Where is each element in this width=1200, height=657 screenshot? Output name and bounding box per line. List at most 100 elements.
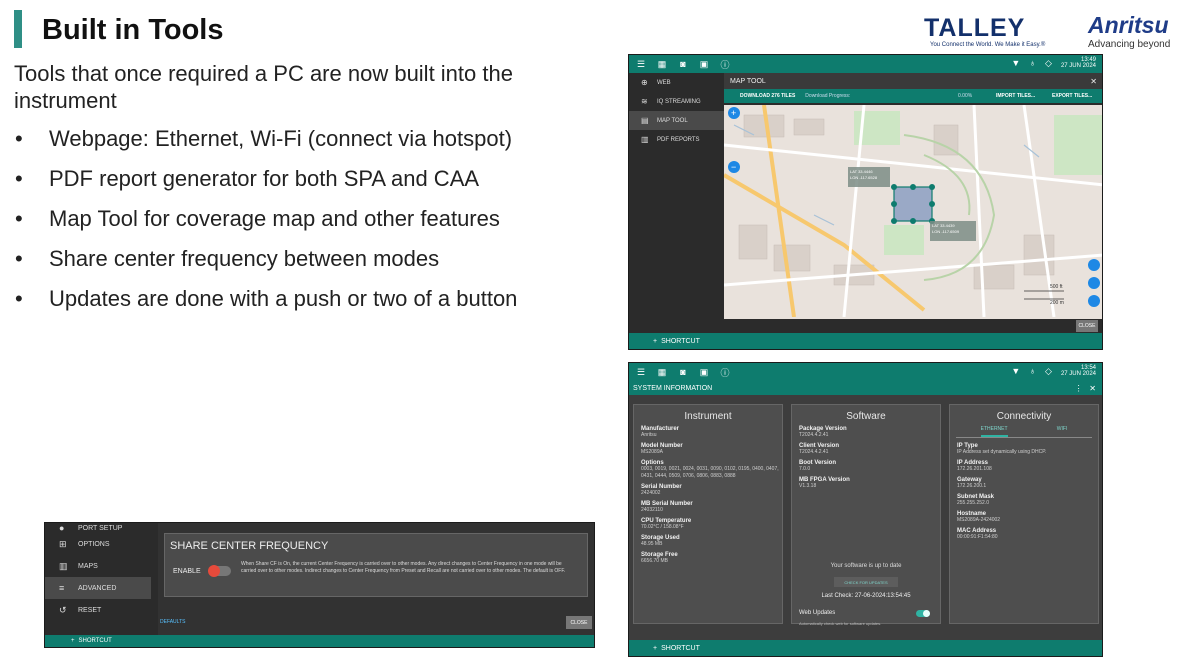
field-value: V1.3.18 <box>799 483 817 489</box>
info-field: Subnet Mask 255.255.252.0 <box>950 494 1098 507</box>
sidebar-item-iq-streaming[interactable]: ≋ IQ STREAMING <box>629 92 724 111</box>
anritsu-tagline: Advancing beyond <box>1088 39 1171 50</box>
field-value: MS2089A <box>641 449 663 455</box>
info-field: Package Version T2024.4.2.41 <box>792 426 940 439</box>
field-value: 255.255.252.0 <box>957 500 989 506</box>
close-icon[interactable]: ✕ <box>1090 77 1097 86</box>
field-value: IP Address set dynamically using DHCP. <box>957 449 1047 455</box>
clock: 13:54 27 JUN 2024 <box>1061 365 1096 377</box>
export-tiles-button[interactable]: EXPORT TILES... <box>1052 93 1092 99</box>
menu-icon[interactable]: ☰ <box>635 367 647 378</box>
map-canvas[interactable]: + − LAT 33.4446 LON -117.6528 LAT 33.443… <box>724 105 1102 319</box>
instrument-title: Instrument <box>684 411 732 422</box>
field-value: 172.26.200.1 <box>957 483 987 489</box>
coverage-zone[interactable] <box>893 186 933 222</box>
menu-icon[interactable]: ☰ <box>635 59 647 70</box>
map-tiles-toolbar: DOWNLOAD 276 TILES Download Progress: 0.… <box>724 89 1102 103</box>
svg-text:+: + <box>731 108 736 118</box>
bullet-item: Webpage: Ethernet, Wi-Fi (connect via ho… <box>14 126 614 152</box>
field-value: 70.02°C / 158.08°F <box>641 524 684 530</box>
info-field: Storage Free 6656.70 MB <box>634 552 782 565</box>
talley-tagline: You Connect the World. We Make it Easy.® <box>930 42 1046 48</box>
tab-ethernet[interactable]: ETHERNET <box>980 426 1008 437</box>
sidebar-item-pdf-reports[interactable]: ▥ PDF REPORTS <box>629 130 724 149</box>
info-icon[interactable]: ⓘ <box>719 366 731 379</box>
info-field: IP Address 172.26.201.108 <box>950 460 1098 473</box>
save-icon[interactable]: ▣ <box>698 59 710 70</box>
save-icon[interactable]: ▣ <box>698 367 710 378</box>
plus-icon[interactable]: + <box>71 638 75 644</box>
sidebar-item-label: MAPS <box>78 562 98 570</box>
field-value: 48.95 MB <box>641 541 663 547</box>
field-value: 00:00:91:F1:54:80 <box>957 534 998 540</box>
plus-icon[interactable]: + <box>653 338 657 345</box>
bullet-list: Webpage: Ethernet, Wi-Fi (connect via ho… <box>14 126 614 326</box>
info-field: Boot Version 7.0.0 <box>792 460 940 473</box>
sidebar-item-web[interactable]: ⊕ WEB <box>629 73 724 92</box>
field-value: 24032110 <box>641 507 663 513</box>
scale-feet: 500 ft <box>1050 284 1063 290</box>
map-tool-header: MAP TOOL ✕ <box>724 73 1102 89</box>
save-map-icon[interactable] <box>1088 295 1100 307</box>
sidebar-item-label: IQ STREAMING <box>657 98 701 105</box>
sidebar-item-label: OPTIONS <box>78 540 110 548</box>
clock: 13:49 27 JUN 2024 <box>1061 57 1096 69</box>
shortcut-button[interactable]: SHORTCUT <box>79 638 112 644</box>
stream-icon: ≋ <box>641 97 648 106</box>
logo-area: TALLEY You Connect the World. We Make it… <box>920 12 1190 52</box>
close-button[interactable]: CLOSE <box>1076 320 1098 332</box>
software-status: Your software is up to date <box>830 563 902 569</box>
plus-icon[interactable]: + <box>653 645 657 652</box>
sidebar-item-advanced[interactable]: ≡ ADVANCED <box>45 577 151 599</box>
connectivity-tabs: ETHERNET WIFI <box>956 426 1092 438</box>
camera-icon[interactable]: ◙ <box>677 59 689 69</box>
close-button[interactable]: CLOSE <box>566 616 592 629</box>
grid-icon[interactable]: ▦ <box>656 367 668 378</box>
camera-icon[interactable]: ◙ <box>677 367 689 377</box>
enable-toggle[interactable] <box>208 565 231 577</box>
sidebar-item-label: PORT SETUP <box>78 524 123 532</box>
import-tiles-button[interactable]: IMPORT TILES... <box>996 93 1035 99</box>
shortcut-button[interactable]: SHORTCUT <box>661 645 700 652</box>
globe-icon: ⊕ <box>641 78 648 87</box>
slide: Built in Tools Tools that once required … <box>0 0 1200 657</box>
download-tiles-button[interactable]: DOWNLOAD 276 TILES <box>724 93 795 99</box>
web-updates-toggle[interactable] <box>916 610 930 617</box>
check-updates-button[interactable]: CHECK FOR UPDATES <box>834 577 898 587</box>
sidebar-item-map-tool[interactable]: ▤ MAP TOOL <box>629 111 724 130</box>
defaults-button[interactable]: DEFAULTS <box>160 619 185 625</box>
web-updates-label: Web Updates <box>799 610 836 616</box>
location-icon[interactable] <box>1088 259 1100 271</box>
close-icon[interactable]: ⋮ ✕ <box>1075 384 1096 393</box>
bullet-item: Updates are done with a push or two of a… <box>14 286 614 312</box>
tune-icon: ≡ <box>59 583 65 593</box>
sidebar-item-maps[interactable]: ▥ MAPS <box>45 555 155 577</box>
info-icon[interactable]: ⓘ <box>719 58 731 71</box>
sidebar-item-port-setup[interactable]: ● PORT SETUP <box>45 523 155 533</box>
layers-icon[interactable] <box>1088 277 1100 289</box>
system-info-header: SYSTEM INFORMATION ⋮ ✕ <box>629 381 1102 395</box>
shortcut-button[interactable]: SHORTCUT <box>661 338 700 345</box>
share-cf-settings: SHARE CENTER FREQUENCY ENABLE When Share… <box>158 523 594 635</box>
port-icon: ● <box>59 523 65 533</box>
top-toolbar: ☰ ▦ ◙ ▣ ⓘ ▼ ♁ ◇ 13:49 27 JUN 2024 <box>629 55 1102 73</box>
system-info-title: SYSTEM INFORMATION <box>633 384 713 392</box>
info-field: Client Version T2024.4.2.41 <box>792 443 940 456</box>
sidebar-item-options[interactable]: ⊞ OPTIONS <box>45 533 155 555</box>
sidebar-item-reset[interactable]: ↺ RESET <box>45 599 155 621</box>
shortcut-bar: + SHORTCUT <box>629 333 1102 349</box>
map-tool-panel: MAP TOOL ✕ DOWNLOAD 276 TILES Download P… <box>724 73 1102 333</box>
info-field: IP Type IP Address set dynamically using … <box>950 443 1098 456</box>
sidebar-item-label: RESET <box>78 606 102 614</box>
bullet-item: Share center frequency between modes <box>14 246 614 272</box>
cart-icon: ⊞ <box>59 538 67 549</box>
bullet-item: PDF report generator for both SPA and CA… <box>14 166 614 192</box>
info-field: Storage Used 48.95 MB <box>634 535 782 548</box>
talley-logo: TALLEY <box>924 14 1026 42</box>
grid-icon[interactable]: ▦ <box>656 59 668 70</box>
connectivity-title: Connectivity <box>996 411 1052 422</box>
share-cf-screenshot: ● PORT SETUP ⊞ OPTIONS ▥ MAPS ≡ ADVANCED ↺ RE… <box>44 522 595 648</box>
tab-wifi[interactable]: WIFI <box>1057 426 1068 437</box>
gps-icon: ♁ <box>1029 58 1037 68</box>
download-percent: 0.00% <box>958 93 973 99</box>
